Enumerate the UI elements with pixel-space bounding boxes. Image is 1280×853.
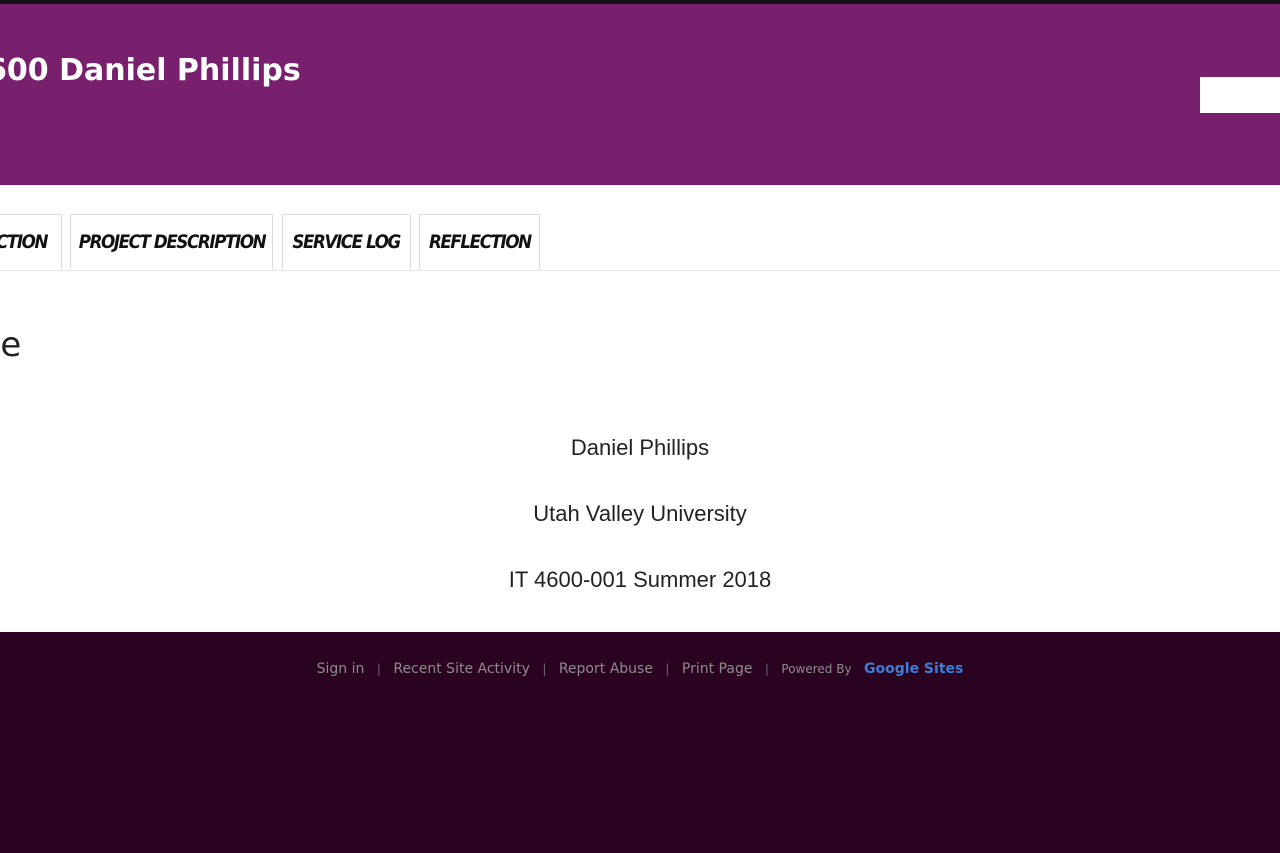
site-footer: Sign in | Recent Site Activity | Report … [0, 632, 1280, 853]
tab-label: ction [0, 231, 48, 253]
tab-introduction[interactable]: ction [0, 214, 62, 269]
page-title: age [0, 325, 22, 365]
recent-site-activity-link[interactable]: Recent Site Activity [393, 661, 530, 677]
nav-bar: ction Project Description Service Log Re… [0, 185, 1280, 271]
search-input[interactable] [1200, 77, 1280, 113]
footer-separator: | [542, 662, 547, 676]
site-header: 600 Daniel Phillips [0, 4, 1280, 185]
powered-by-label: Powered By [781, 662, 852, 676]
print-page-link[interactable]: Print Page [682, 661, 753, 677]
tab-label: Service Log [292, 231, 402, 253]
footer-separator: | [764, 662, 769, 676]
footer-separator: | [376, 662, 381, 676]
tab-service-log[interactable]: Service Log [282, 214, 411, 269]
tab-project-description[interactable]: Project Description [70, 214, 273, 269]
google-sites-link[interactable]: Google Sites [864, 661, 963, 677]
tab-reflection[interactable]: Reflection [419, 214, 540, 269]
author-name: Daniel Phillips [570, 435, 710, 460]
course-info: IT 4600-001 Summer 2018 [508, 567, 772, 592]
university-name: Utah Valley University [533, 501, 747, 526]
tab-label: Reflection [428, 231, 532, 253]
footer-links: Sign in | Recent Site Activity | Report … [0, 661, 1280, 677]
site-title[interactable]: 600 Daniel Phillips [0, 53, 301, 88]
tab-label: Project Description [78, 231, 266, 253]
footer-separator: | [665, 662, 670, 676]
main-content: age Daniel Phillips Utah Valley Universi… [0, 271, 1280, 632]
sign-in-link[interactable]: Sign in [317, 661, 365, 677]
report-abuse-link[interactable]: Report Abuse [559, 661, 653, 677]
